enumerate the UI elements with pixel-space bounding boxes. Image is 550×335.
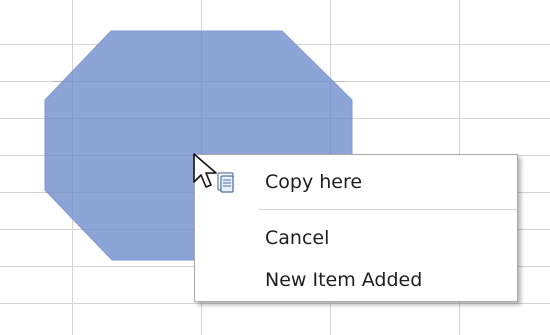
spreadsheet-canvas: Copy here Cancel New Item Added bbox=[0, 0, 550, 335]
menu-item-cancel[interactable]: Cancel bbox=[265, 227, 329, 249]
menu-item-copy-here[interactable]: Copy here bbox=[265, 171, 362, 193]
context-menu: Copy here Cancel New Item Added bbox=[194, 154, 518, 302]
menu-item-new-item-added[interactable]: New Item Added bbox=[265, 269, 422, 291]
menu-separator bbox=[259, 209, 517, 210]
copy-cursor-icon bbox=[193, 153, 234, 193]
